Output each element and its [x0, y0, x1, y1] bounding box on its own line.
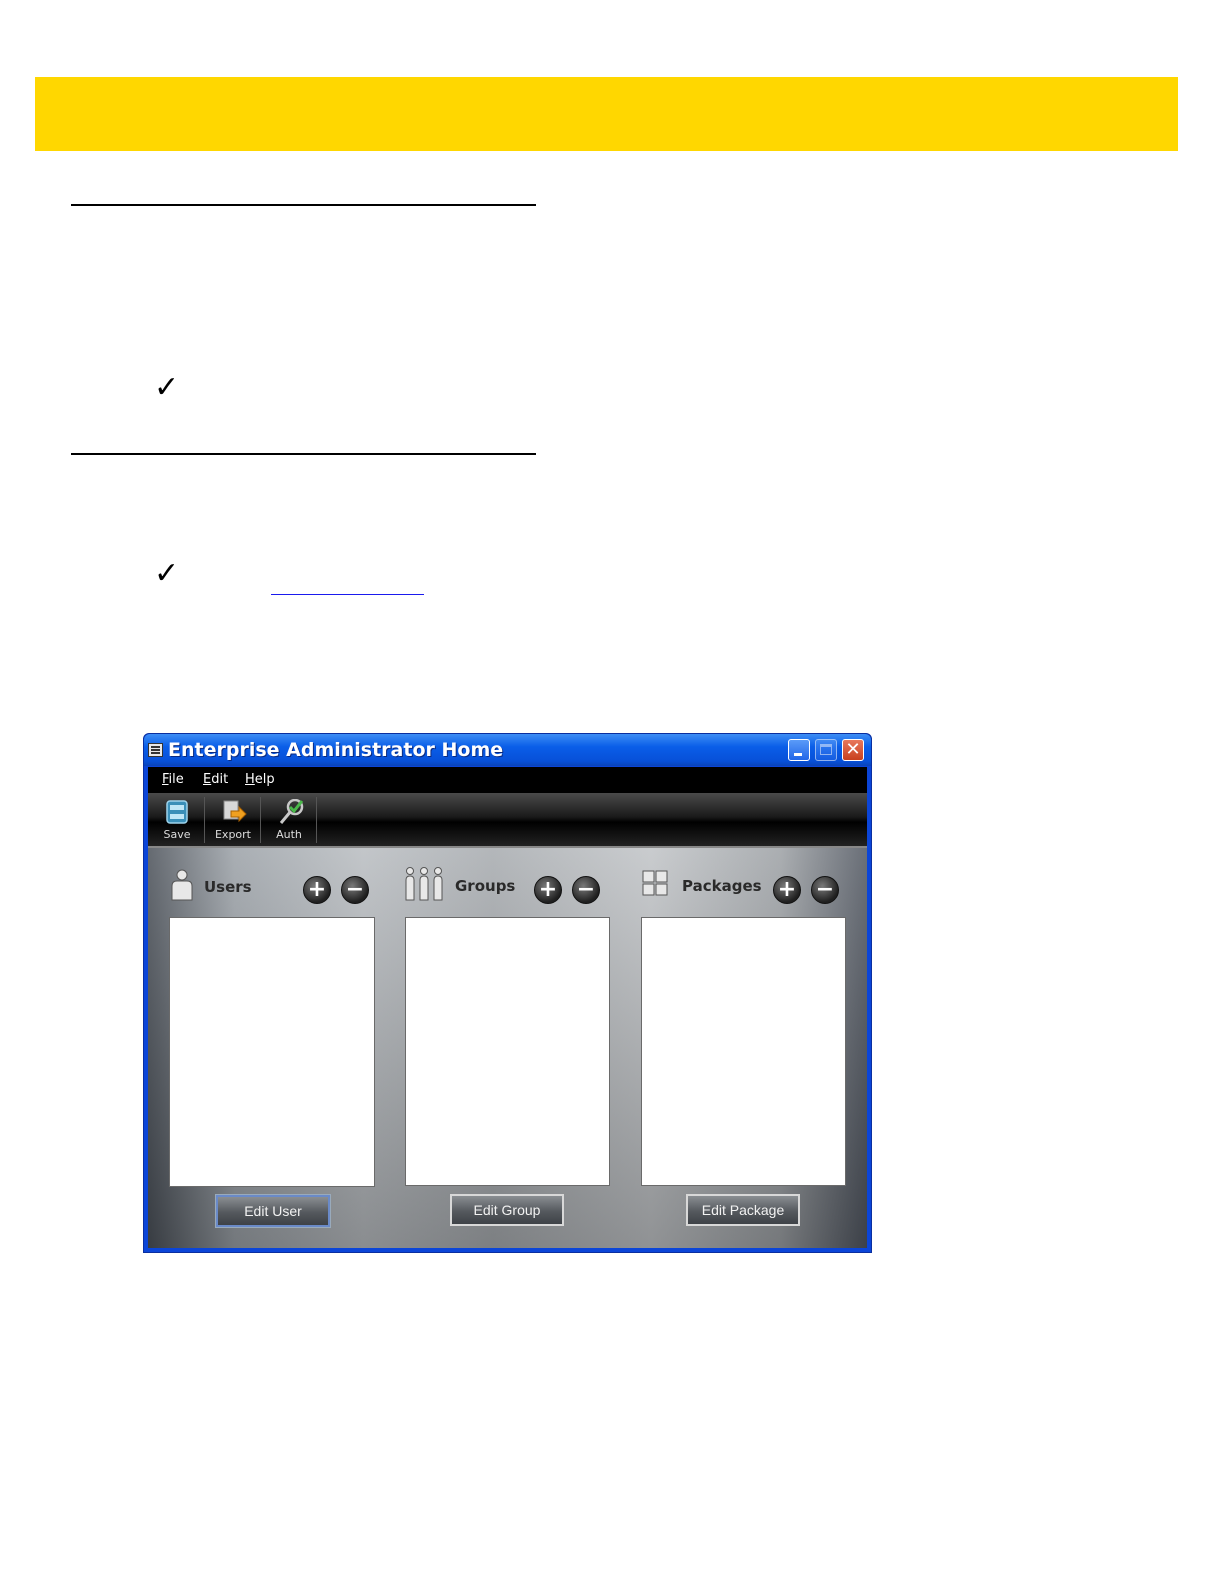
hyperlink-underline[interactable] — [271, 594, 424, 595]
toolbar-export-label: Export — [214, 828, 251, 841]
minimize-icon — [794, 753, 802, 756]
remove-group-button[interactable]: − — [572, 876, 600, 904]
packages-list[interactable] — [641, 917, 846, 1186]
maximize-icon — [820, 744, 832, 755]
main-content: Users + − Edit User Groups + − Edit Grou… — [148, 848, 867, 1248]
edit-package-button[interactable]: Edit Package — [686, 1194, 800, 1226]
maximize-button — [815, 739, 837, 761]
edit-group-button[interactable]: Edit Group — [450, 1194, 564, 1226]
add-package-button[interactable]: + — [773, 876, 801, 904]
plus-icon: + — [538, 877, 558, 902]
section-rule-bottom — [71, 453, 536, 455]
menu-file[interactable]: File — [162, 772, 184, 787]
note-check-icon: ✓ — [154, 370, 180, 405]
section-rule-top — [71, 204, 536, 206]
app-icon[interactable] — [148, 743, 163, 757]
header-banner — [35, 77, 1178, 151]
save-icon — [166, 800, 188, 824]
group-icon — [405, 867, 443, 901]
groups-label: Groups — [455, 877, 516, 895]
menu-bar: File Edit Help — [148, 767, 867, 793]
menu-help[interactable]: Help — [245, 772, 275, 787]
toolbar: Save Export Auth — [148, 793, 867, 848]
auth-icon — [279, 799, 304, 824]
minus-icon: − — [345, 877, 365, 902]
add-user-button[interactable]: + — [303, 876, 331, 904]
plus-icon: + — [777, 877, 797, 902]
groups-panel-header: Groups + − — [404, 866, 610, 906]
user-icon — [171, 869, 193, 901]
minimize-button[interactable] — [788, 739, 810, 761]
close-button[interactable]: ✕ — [842, 739, 864, 761]
toolbar-export-button[interactable]: Export — [206, 797, 261, 843]
users-panel-header: Users + − — [168, 866, 374, 906]
add-group-button[interactable]: + — [534, 876, 562, 904]
toolbar-save-button[interactable]: Save — [150, 797, 205, 843]
package-icon — [642, 870, 668, 896]
edit-user-button[interactable]: Edit User — [216, 1195, 330, 1227]
packages-label: Packages — [682, 877, 762, 895]
close-icon: ✕ — [845, 739, 861, 760]
export-icon — [223, 800, 247, 823]
remove-package-button[interactable]: − — [811, 876, 839, 904]
plus-icon: + — [307, 877, 327, 902]
remove-user-button[interactable]: − — [341, 876, 369, 904]
toolbar-auth-label: Auth — [276, 828, 302, 841]
title-bar[interactable]: Enterprise Administrator Home ✕ — [144, 734, 871, 766]
users-list[interactable] — [169, 917, 375, 1187]
minus-icon: − — [815, 877, 835, 902]
groups-list[interactable] — [405, 917, 610, 1186]
toolbar-save-label: Save — [163, 828, 191, 841]
packages-panel-header: Packages + − — [640, 866, 846, 906]
users-label: Users — [204, 878, 252, 896]
toolbar-auth-button[interactable]: Auth — [262, 797, 317, 843]
menu-edit[interactable]: Edit — [203, 772, 228, 787]
enterprise-admin-window: Enterprise Administrator Home ✕ File Edi… — [143, 733, 872, 1253]
minus-icon: − — [576, 877, 596, 902]
note-check-icon-2: ✓ — [154, 556, 180, 591]
window-title: Enterprise Administrator Home — [168, 739, 504, 761]
